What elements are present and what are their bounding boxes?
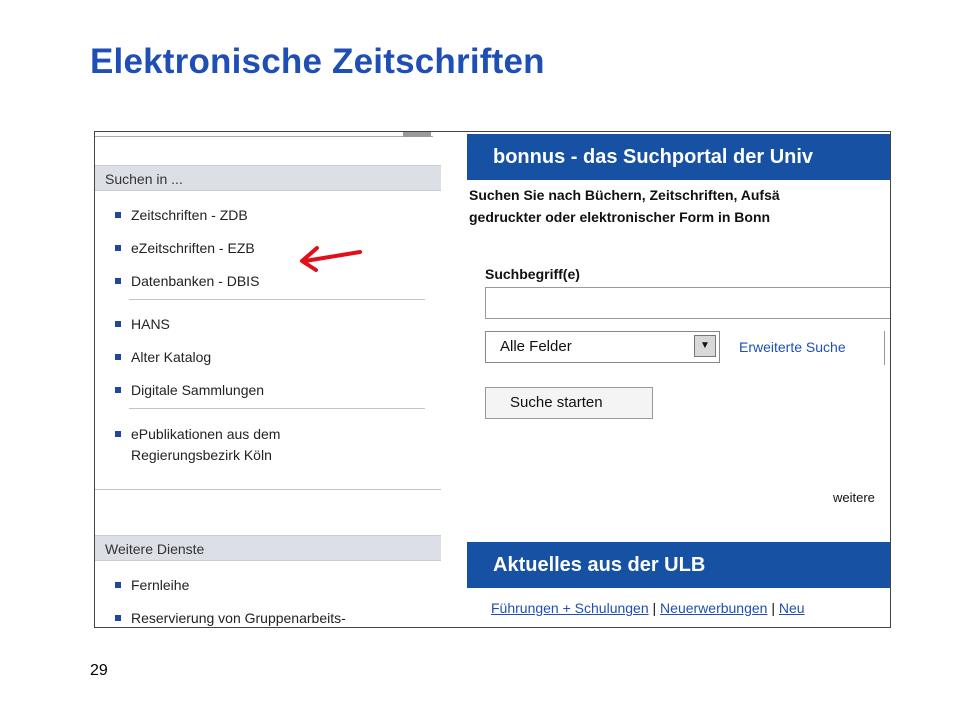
more-link[interactable]: weitere bbox=[833, 490, 875, 505]
sidebar-item-ezb[interactable]: eZeitschriften - EZB bbox=[95, 238, 259, 259]
search-input[interactable] bbox=[485, 287, 890, 319]
sidebar-item-label: Alter Katalog bbox=[131, 349, 212, 365]
sidebar-search-list: Zeitschriften - ZDB eZeitschriften - EZB… bbox=[95, 205, 259, 292]
sidebar-top-button[interactable] bbox=[403, 132, 431, 137]
square-bullet-icon bbox=[115, 387, 121, 393]
search-submit-button[interactable]: Suche starten bbox=[485, 387, 653, 419]
chevron-down-icon[interactable]: ▼ bbox=[694, 335, 716, 357]
sidebar-item-digitale-sammlungen[interactable]: Digitale Sammlungen bbox=[95, 380, 264, 401]
sidebar-item-label: Fernleihe bbox=[131, 577, 190, 593]
sidebar-divider bbox=[129, 299, 425, 300]
sidebar-epub-list: ePublikationen aus dem Regierungsbezirk … bbox=[95, 424, 280, 466]
search-label: Suchbegriff(e) bbox=[485, 266, 580, 282]
slide-number: 29 bbox=[90, 662, 108, 679]
sidebar-item-label: Digitale Sammlungen bbox=[131, 382, 265, 398]
square-bullet-icon bbox=[115, 615, 121, 621]
intro-text: Suchen Sie nach Büchern, Zeitschriften, … bbox=[469, 184, 890, 228]
sidebar-catalog-list: HANS Alter Katalog Digitale Sammlungen bbox=[95, 314, 264, 401]
news-link-neu[interactable]: Neu bbox=[779, 600, 805, 616]
sidebar-item-alter-katalog[interactable]: Alter Katalog bbox=[95, 347, 264, 368]
square-bullet-icon bbox=[115, 245, 121, 251]
square-bullet-icon bbox=[115, 354, 121, 360]
sidebar-item-dbis[interactable]: Datenbanken - DBIS bbox=[95, 271, 259, 292]
sidebar-item-fernleihe[interactable]: Fernleihe bbox=[95, 575, 346, 596]
red-arrow-icon bbox=[300, 246, 362, 272]
sidebar-header-services: Weitere Dienste bbox=[95, 535, 441, 561]
field-select[interactable]: Alle Felder ▼ bbox=[485, 331, 720, 363]
embedded-screenshot: Suchen in ... Zeitschriften - ZDB eZeits… bbox=[94, 131, 891, 628]
intro-line: gedruckter oder elektronischer Form in B… bbox=[469, 209, 771, 225]
sidebar-item-label: ePublikationen aus dem bbox=[131, 426, 281, 442]
sidebar-top-input[interactable] bbox=[95, 132, 433, 137]
sidebar-item-reservierung[interactable]: Reservierung von Gruppenarbeits- bbox=[95, 608, 346, 627]
advanced-search-link[interactable]: Erweiterte Suche bbox=[739, 339, 846, 355]
sidebar-section-rule bbox=[95, 489, 441, 490]
slide-title: Elektronische Zeitschriften bbox=[90, 42, 545, 81]
sidebar-item-label: HANS bbox=[131, 316, 170, 332]
square-bullet-icon bbox=[115, 582, 121, 588]
intro-line: Suchen Sie nach Büchern, Zeitschriften, … bbox=[469, 187, 780, 203]
news-link-fuehrungen[interactable]: Führungen + Schulungen bbox=[491, 600, 649, 616]
square-bullet-icon bbox=[115, 321, 121, 327]
portal-banner: bonnus - das Suchportal der Univ bbox=[467, 134, 890, 180]
sidebar-item-zdb[interactable]: Zeitschriften - ZDB bbox=[95, 205, 259, 226]
news-separator: | bbox=[771, 600, 775, 616]
square-bullet-icon bbox=[115, 212, 121, 218]
square-bullet-icon bbox=[115, 278, 121, 284]
sidebar-item-label: Datenbanken - DBIS bbox=[131, 273, 260, 289]
sidebar-item-label: Regierungsbezirk Köln bbox=[131, 447, 272, 463]
news-banner: Aktuelles aus der ULB bbox=[467, 542, 890, 588]
sidebar-services-list: Fernleihe Reservierung von Gruppenarbeit… bbox=[95, 575, 346, 627]
sidebar-item-label: Reservierung von Gruppenarbeits- bbox=[131, 610, 346, 626]
field-select-value: Alle Felder bbox=[500, 338, 572, 355]
sidebar-item-epublikationen[interactable]: ePublikationen aus dem Regierungsbezirk … bbox=[95, 424, 280, 466]
sidebar-header-search: Suchen in ... bbox=[95, 165, 441, 191]
news-separator: | bbox=[652, 600, 657, 616]
sidebar-item-hans[interactable]: HANS bbox=[95, 314, 264, 335]
sidebar-divider bbox=[129, 408, 425, 409]
sidebar-item-label: eZeitschriften - EZB bbox=[131, 240, 255, 256]
news-links-bar: Führungen + Schulungen | Neuerwerbungen … bbox=[491, 600, 890, 616]
link-divider bbox=[884, 331, 885, 365]
sidebar-item-label: Zeitschriften - ZDB bbox=[131, 207, 248, 223]
news-link-neuerwerbungen[interactable]: Neuerwerbungen bbox=[660, 600, 767, 616]
square-bullet-icon bbox=[115, 431, 121, 437]
